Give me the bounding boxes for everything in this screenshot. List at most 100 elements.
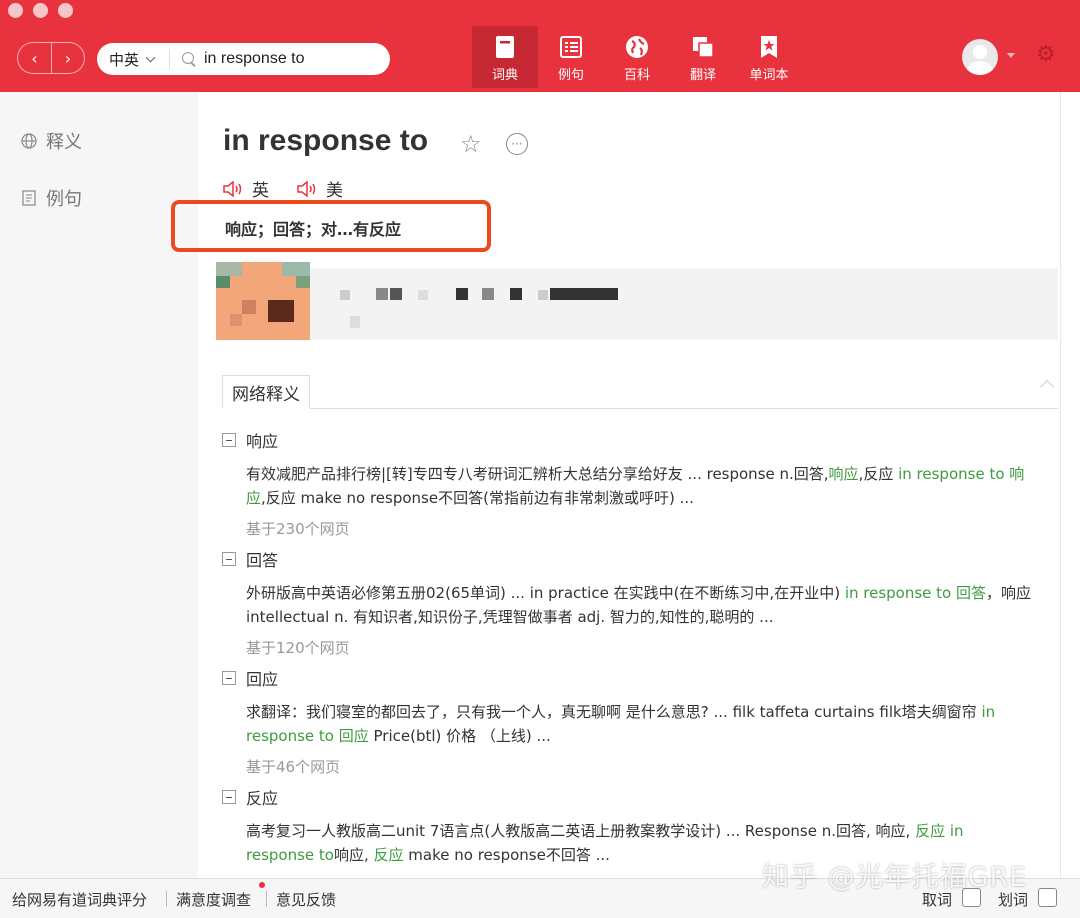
history-nav: ‹ › — [17, 42, 85, 74]
definition-entry: 回答外研版高中英语必修第五册02(65单词) ... in practice 在… — [222, 549, 1042, 658]
snippet-text: 有效减肥产品排行榜|[转]专四专八考研词汇辨析大总结分享给好友 ... resp… — [246, 465, 829, 483]
entry-term: 回应 — [246, 670, 279, 689]
search-input[interactable] — [204, 50, 374, 68]
snippet-link[interactable]: in response to 回答 — [845, 584, 986, 602]
background-window-edge — [1060, 92, 1080, 878]
headword: in response to — [223, 124, 429, 157]
document-icon — [20, 189, 38, 207]
globe-icon — [624, 34, 650, 60]
blurred-text — [550, 288, 618, 300]
snippet-text: ,反应 — [858, 465, 899, 483]
title-toolbar: ‹ › 中英 词典 例句 百科 — [0, 0, 1080, 92]
watermark: 知乎 @光年托福GRE — [762, 862, 1028, 893]
chevron-left-icon: ‹ — [31, 48, 38, 68]
sidebar-item-label: 释义 — [46, 132, 82, 153]
sidebar-item-examples[interactable]: 例句 — [20, 185, 82, 211]
tab-label: 例句 — [557, 68, 584, 83]
select-word-checkbox[interactable] — [1038, 888, 1057, 907]
blurred-text — [510, 288, 522, 300]
rate-link[interactable]: 给网易有道词典评分 — [12, 889, 147, 910]
tab-translate[interactable]: 翻译 — [670, 26, 736, 88]
survey-link[interactable]: 满意度调查 — [176, 889, 251, 910]
collapse-icon[interactable] — [222, 671, 236, 685]
divider — [222, 408, 1058, 409]
divider — [166, 891, 167, 907]
sidebar: 释义 例句 — [0, 92, 198, 878]
entry-heading: 回应 — [222, 668, 1042, 689]
wordbook-icon — [756, 34, 782, 60]
snippet-text: 响应, — [333, 846, 374, 864]
star-icon[interactable]: ☆ — [460, 130, 482, 158]
chevron-down-icon — [145, 52, 156, 62]
feedback-link[interactable]: 意见反馈 — [276, 889, 336, 910]
main-tabs: 词典 例句 百科 翻译 单词本 — [472, 26, 802, 88]
snippet-text: 高考复习一人教版高二unit 7语言点(人教版高二英语上册教案教学设计) ...… — [246, 822, 916, 840]
tab-web-definitions[interactable]: 网络释义 — [222, 375, 310, 409]
divider — [266, 891, 267, 907]
blurred-image — [216, 262, 310, 340]
snippet-link[interactable]: 反应 — [374, 846, 404, 864]
tab-label: 百科 — [623, 68, 650, 83]
pronounce-uk-button[interactable]: 英 — [222, 176, 269, 201]
snippet-text: Price(btl) 价格 （上线) ... — [368, 727, 551, 745]
caret-down-icon[interactable] — [1007, 53, 1015, 58]
tab-encyclopedia[interactable]: 百科 — [604, 26, 670, 88]
blurred-text — [340, 290, 350, 300]
tab-label: 网络释义 — [232, 384, 300, 405]
tab-wordbook[interactable]: 单词本 — [736, 26, 802, 88]
blurred-text — [418, 290, 428, 300]
blurred-banner — [216, 268, 1058, 340]
minimize-window-button[interactable] — [33, 3, 48, 18]
forward-button[interactable]: › — [50, 43, 84, 73]
language-select[interactable]: 中英 — [97, 49, 169, 70]
entry-heading: 回答 — [222, 549, 1042, 570]
speaker-icon — [223, 180, 242, 197]
entry-snippet: 外研版高中英语必修第五册02(65单词) ... in practice 在实践… — [246, 581, 1036, 629]
blurred-text — [350, 316, 360, 328]
pronounce-us-button[interactable]: 美 — [296, 176, 343, 201]
sidebar-item-definitions[interactable]: 释义 — [20, 128, 82, 154]
globe-icon — [20, 132, 38, 150]
more-options-icon[interactable]: ··· — [506, 133, 528, 155]
blurred-text — [538, 290, 548, 300]
dictionary-icon — [492, 34, 518, 60]
gear-icon[interactable]: ⚙ — [1036, 44, 1058, 66]
pron-uk-label: 英 — [252, 181, 269, 201]
collapse-icon[interactable] — [222, 433, 236, 447]
snippet-text: ,反应 make no response不回答(常指前边有非常刺激或呼吁) ..… — [261, 489, 694, 507]
blurred-text — [376, 288, 388, 300]
avatar[interactable] — [962, 39, 998, 75]
tab-label: 翻译 — [689, 68, 716, 83]
snippet-text: 外研版高中英语必修第五册02(65单词) ... in practice 在实践… — [246, 584, 845, 602]
basic-translation: 响应；回答；对…有反应 — [225, 220, 402, 239]
language-select-label: 中英 — [109, 50, 140, 69]
entry-source: 基于230个网页 — [246, 520, 350, 538]
collapse-icon[interactable] — [222, 790, 236, 804]
entry-source: 基于120个网页 — [246, 639, 350, 657]
notification-dot — [259, 882, 265, 888]
snippet-text: 求翻译：我们寝室的都回去了，只有我一个人，真无聊啊 是什么意思? ... fil… — [246, 703, 982, 721]
collapse-icon[interactable] — [222, 552, 236, 566]
sentences-icon — [558, 34, 584, 60]
entry-term: 反应 — [246, 789, 279, 808]
tab-label: 词典 — [491, 68, 518, 83]
pron-us-label: 美 — [326, 181, 343, 201]
entry-heading: 反应 — [222, 787, 1042, 808]
definition-entry: 回应求翻译：我们寝室的都回去了，只有我一个人，真无聊啊 是什么意思? ... f… — [222, 668, 1042, 777]
chevron-up-icon[interactable] — [1039, 379, 1055, 395]
entry-term: 回答 — [246, 551, 279, 570]
tab-dictionary[interactable]: 词典 — [472, 26, 538, 88]
snippet-link[interactable]: 响应 — [829, 465, 859, 483]
chevron-right-icon: › — [64, 48, 72, 68]
window-controls — [8, 3, 73, 18]
close-window-button[interactable] — [8, 3, 23, 18]
entry-snippet: 求翻译：我们寝室的都回去了，只有我一个人，真无聊啊 是什么意思? ... fil… — [246, 700, 1036, 748]
tab-sentences[interactable]: 例句 — [538, 26, 604, 88]
divider — [169, 49, 170, 69]
blurred-text — [482, 288, 494, 300]
zoom-window-button[interactable] — [58, 3, 73, 18]
search-box: 中英 — [97, 43, 390, 75]
translate-icon — [690, 34, 716, 60]
back-button[interactable]: ‹ — [18, 43, 51, 73]
entry-source: 基于46个网页 — [246, 758, 341, 776]
